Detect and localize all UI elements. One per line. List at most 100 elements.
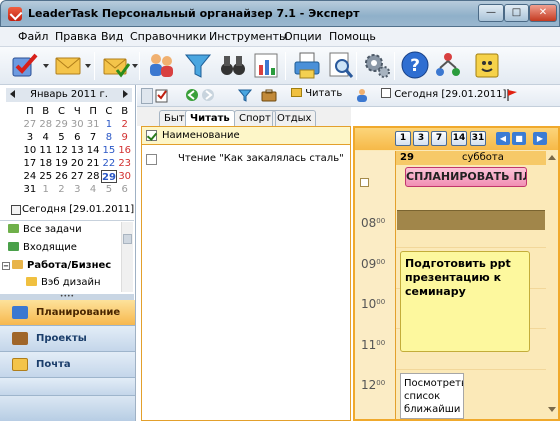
calendar-day[interactable]: 16 [117, 144, 133, 157]
calendar-day[interactable]: 1 [38, 183, 54, 196]
today-date-button[interactable]: Сегодня [29.01.2011] [381, 88, 506, 104]
menu-tools[interactable]: Инструменты [209, 30, 288, 43]
gears-icon[interactable] [362, 50, 392, 80]
envelope-check-icon[interactable] [101, 50, 131, 80]
scroll-down-icon[interactable] [548, 407, 556, 412]
chevron-down-icon[interactable] [132, 64, 138, 68]
calendar-day[interactable]: 2 [117, 118, 133, 131]
plan-button[interactable]: СПЛАНИРОВАТЬ ПЛ [405, 167, 527, 187]
calendar-event[interactable]: Подготовить ppt презентацию к семинару [400, 251, 530, 352]
menu-view[interactable]: Вид [101, 30, 123, 43]
calendar-day[interactable]: 5 [101, 183, 117, 196]
view-31-day-button[interactable]: 31 [470, 131, 486, 146]
calendar-day[interactable]: 6 [117, 183, 133, 196]
calendar-day[interactable]: 12 [54, 144, 70, 157]
nav-mail[interactable]: Почта [0, 352, 135, 378]
calendar-day[interactable]: 3 [22, 131, 38, 144]
calendar-day[interactable]: 4 [85, 183, 101, 196]
view-7-day-button[interactable]: 7 [431, 131, 447, 146]
calendar-day[interactable]: 31 [22, 183, 38, 196]
briefcase-icon[interactable] [261, 88, 277, 104]
check-list-icon[interactable] [10, 50, 40, 80]
calendar-day[interactable]: 31 [85, 118, 101, 131]
tab-sport[interactable]: Спорт [234, 110, 276, 126]
tab-read[interactable]: Читать [185, 110, 235, 127]
view-14-day-button[interactable]: 14 [451, 131, 467, 146]
calendar-day[interactable]: 9 [117, 131, 133, 144]
back-icon[interactable] [185, 88, 199, 104]
filter-icon[interactable] [237, 88, 253, 104]
calendar-day[interactable]: 2 [54, 183, 70, 196]
notepad-icon[interactable] [472, 50, 502, 80]
calendar-day[interactable]: 30 [69, 118, 85, 131]
printer-icon[interactable] [292, 50, 322, 80]
chart-icon[interactable] [251, 50, 281, 80]
folder-item-inbox[interactable]: Входящие [8, 242, 77, 253]
view-1-day-button[interactable]: 1 [395, 131, 411, 146]
task-view-icon[interactable] [154, 88, 170, 104]
collapse-icon[interactable]: − [2, 262, 10, 270]
close-button[interactable]: ✕ [529, 4, 557, 22]
calendar-day[interactable]: 14 [85, 144, 101, 157]
calendar-day[interactable]: 6 [69, 131, 85, 144]
menu-edit[interactable]: Правка [55, 30, 97, 43]
calendar-day[interactable]: 15 [101, 144, 117, 157]
calendar-day[interactable]: 4 [38, 131, 54, 144]
collapse-icon[interactable] [360, 178, 369, 187]
calendar-day[interactable]: 24 [22, 170, 38, 183]
people-icon[interactable] [146, 50, 176, 80]
envelope-icon[interactable] [53, 50, 83, 80]
folder-item-all-tasks[interactable]: Все задачи [8, 224, 82, 235]
calendar-event[interactable]: Посмотреть список ближайши [400, 373, 464, 419]
calendar-day[interactable]: 22 [101, 157, 117, 170]
nav-planning[interactable]: Планирование [0, 300, 135, 326]
calendar-day[interactable]: 8 [101, 131, 117, 144]
menu-file[interactable]: Файл [18, 30, 48, 43]
magnifier-icon[interactable] [325, 50, 355, 80]
chevron-down-icon[interactable] [85, 64, 91, 68]
folder-scrollbar[interactable] [121, 222, 133, 292]
day-view-scrollbar[interactable] [546, 151, 558, 419]
scrollbar-thumb[interactable] [123, 234, 132, 244]
calendar-day[interactable]: 13 [69, 144, 85, 157]
prev-month-icon[interactable] [10, 90, 15, 98]
calendar-day[interactable]: 3 [69, 183, 85, 196]
next-month-icon[interactable] [123, 90, 128, 98]
table-row[interactable]: Чтение "Как закалялась сталь" [142, 151, 350, 167]
calendar-day[interactable]: 20 [69, 157, 85, 170]
folder-item-webdesign[interactable]: Вэб дизайн [26, 277, 101, 288]
calendar-day[interactable]: 29 [54, 118, 70, 131]
maximize-button[interactable]: □ [504, 4, 529, 22]
calendar-day[interactable]: 21 [85, 157, 101, 170]
prev-period-icon[interactable]: ◀ [496, 132, 510, 145]
scroll-up-icon[interactable] [548, 155, 556, 160]
calendar-day[interactable]: 17 [22, 157, 38, 170]
menu-references[interactable]: Справочники [130, 30, 206, 43]
next-period-icon[interactable]: ▶ [533, 132, 547, 145]
network-icon[interactable] [433, 50, 463, 80]
today-link[interactable]: Сегодня [29.01.2011] [22, 204, 134, 215]
today-period-icon[interactable]: ■ [512, 132, 526, 145]
task-checkbox[interactable] [146, 154, 157, 165]
tab-rest[interactable]: Отдых [272, 110, 317, 126]
menu-help[interactable]: Помощь [329, 30, 376, 43]
read-category-button[interactable]: Читать [291, 88, 342, 104]
minimize-button[interactable]: — [478, 4, 504, 22]
filter-icon[interactable] [183, 50, 213, 80]
nav-projects[interactable]: Проекты [0, 326, 135, 352]
calendar-day[interactable]: 7 [85, 131, 101, 144]
binoculars-icon[interactable] [218, 50, 248, 80]
calendar-day[interactable]: 23 [117, 157, 133, 170]
calendar-day[interactable]: 29 [100, 170, 117, 183]
calendar-day[interactable]: 25 [38, 170, 54, 183]
menu-options[interactable]: Опции [284, 30, 322, 43]
calendar-day[interactable]: 28 [38, 118, 54, 131]
chevron-down-icon[interactable] [43, 64, 49, 68]
calendar-day[interactable]: 18 [38, 157, 54, 170]
calendar-day[interactable]: 11 [38, 144, 54, 157]
calendar-day[interactable]: 5 [54, 131, 70, 144]
flag-icon[interactable] [505, 88, 519, 104]
help-icon[interactable]: ? [400, 50, 430, 80]
view-3-day-button[interactable]: 3 [413, 131, 429, 146]
calendar-day[interactable]: 27 [69, 170, 85, 183]
